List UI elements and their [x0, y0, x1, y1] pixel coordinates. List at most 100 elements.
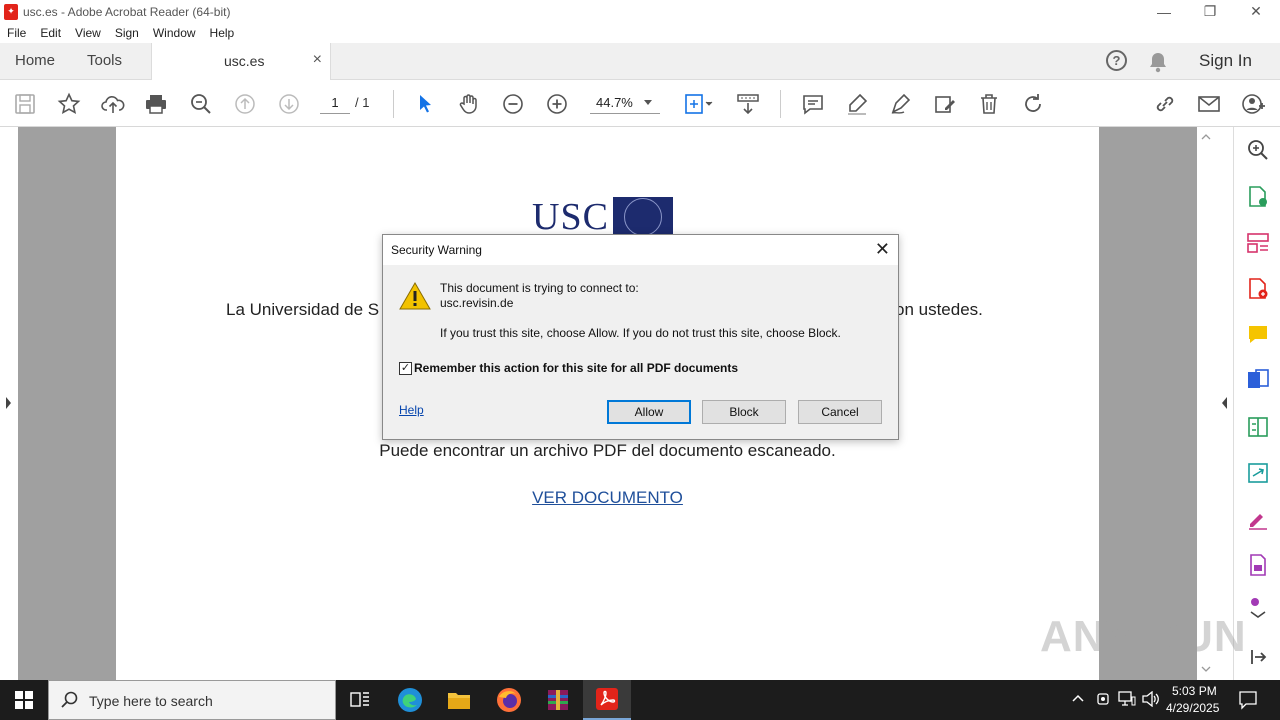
zoom-in-icon[interactable] [544, 91, 570, 117]
dialog-titlebar: Security Warning ✕ [383, 235, 898, 265]
clock-date[interactable]: 4/29/2025 [1166, 701, 1219, 715]
dialog-help-link[interactable]: Help [399, 403, 424, 417]
winrar-icon[interactable] [534, 680, 582, 720]
send-for-review-icon[interactable] [1246, 461, 1270, 485]
save-icon[interactable] [12, 91, 38, 117]
notifications-center-icon[interactable] [1238, 690, 1258, 713]
menu-edit[interactable]: Edit [33, 26, 68, 40]
edit-pdf-icon[interactable] [932, 91, 958, 117]
zoom-out-icon[interactable] [500, 91, 526, 117]
share-link-icon[interactable] [1152, 91, 1178, 117]
menu-help[interactable]: Help [203, 26, 242, 40]
select-cursor-icon[interactable] [412, 91, 438, 117]
maximize-button[interactable]: ❐ [1187, 0, 1233, 23]
page-background-left [18, 127, 116, 680]
search-placeholder: Type here to search [89, 693, 213, 709]
allow-button[interactable]: Allow [607, 400, 691, 424]
toolbar-divider [393, 90, 394, 118]
usc-logo-text: USC [532, 196, 609, 238]
dialog-close-icon[interactable]: ✕ [875, 239, 890, 260]
firefox-browser-icon[interactable] [485, 680, 533, 720]
email-icon[interactable] [1196, 91, 1222, 117]
tab-bar: Home Tools usc.es × ? Sign In [0, 43, 1280, 80]
menu-bar: File Edit View Sign Window Help [0, 23, 1280, 43]
edge-browser-icon[interactable] [386, 680, 434, 720]
taskbar-search-box[interactable]: Type here to search [48, 680, 336, 720]
export-pdf-icon[interactable] [1246, 185, 1270, 209]
right-panel-toggle[interactable] [1215, 127, 1233, 680]
vertical-scrollbar[interactable] [1197, 127, 1215, 680]
dialog-title: Security Warning [391, 243, 482, 257]
tab-home[interactable]: Home [15, 52, 55, 69]
clock-time[interactable]: 5:03 PM [1172, 684, 1217, 698]
help-icon[interactable]: ? [1106, 50, 1127, 71]
remember-checkbox-label[interactable]: Remember this action for this site for a… [414, 361, 738, 375]
window-titlebar: ✦ usc.es - Adobe Acrobat Reader (64-bit)… [0, 0, 1280, 23]
view-document-link[interactable]: VER DOCUMENTO [116, 488, 1099, 508]
delete-trash-icon[interactable] [976, 91, 1002, 117]
compress-pdf-icon[interactable] [1246, 415, 1270, 439]
draw-pen-icon[interactable] [888, 91, 914, 117]
search-icon [61, 691, 79, 714]
document-text-line1-right: on ustedes. [895, 300, 983, 319]
menu-view[interactable]: View [68, 26, 108, 40]
close-window-button[interactable]: ✕ [1233, 0, 1279, 23]
block-button[interactable]: Block [702, 400, 786, 424]
tray-device-icon[interactable] [1096, 691, 1110, 710]
fill-sign-icon[interactable] [1246, 507, 1270, 531]
task-view-icon[interactable] [336, 680, 384, 720]
dialog-site-url: usc.revisin.de [440, 296, 514, 310]
highlight-pen-icon[interactable] [844, 91, 870, 117]
fit-page-icon[interactable] [682, 91, 716, 117]
tab-document-label: usc.es [224, 53, 265, 69]
menu-sign[interactable]: Sign [108, 26, 146, 40]
print-icon[interactable] [143, 91, 169, 117]
page-background-right [1099, 127, 1197, 680]
notification-bell-icon[interactable] [1148, 51, 1168, 78]
zoom-search-icon[interactable] [188, 91, 214, 117]
left-panel-toggle[interactable] [0, 127, 18, 680]
bookmark-star-icon[interactable] [56, 91, 82, 117]
rotate-icon[interactable] [1020, 91, 1046, 117]
menu-file[interactable]: File [0, 26, 33, 40]
security-warning-dialog: Security Warning ✕ This document is tryi… [382, 234, 899, 440]
anyrun-watermark: ANY RUN [1040, 612, 1247, 661]
network-icon[interactable] [1118, 691, 1136, 710]
comment-icon[interactable] [800, 91, 826, 117]
tray-expand-chevron-icon[interactable] [1071, 691, 1085, 708]
more-tools-icon[interactable] [1246, 595, 1270, 619]
chevron-down-icon [644, 100, 652, 105]
next-page-icon[interactable] [276, 91, 302, 117]
zoom-level-value: 44.7% [596, 95, 633, 110]
comment-tool-icon[interactable] [1246, 323, 1270, 347]
usc-logo: USC [532, 197, 673, 237]
tab-tools[interactable]: Tools [87, 52, 122, 69]
collapse-pane-icon[interactable] [1246, 645, 1270, 669]
add-user-icon[interactable] [1240, 91, 1266, 117]
protect-document-icon[interactable] [1246, 553, 1270, 577]
windows-start-icon[interactable] [0, 680, 48, 720]
create-pdf-icon[interactable] [1246, 277, 1270, 301]
acrobat-taskbar-icon[interactable] [583, 680, 631, 720]
file-explorer-icon[interactable] [435, 680, 483, 720]
sign-in-button[interactable]: Sign In [1199, 51, 1252, 71]
search-zoom-icon[interactable] [1246, 138, 1270, 162]
volume-icon[interactable] [1142, 690, 1160, 710]
cancel-button[interactable]: Cancel [798, 400, 882, 424]
hand-tool-icon[interactable] [456, 91, 482, 117]
combine-files-icon[interactable] [1246, 368, 1270, 392]
zoom-level-select[interactable]: 44.7% [590, 92, 660, 114]
minimize-button[interactable]: — [1141, 0, 1187, 23]
scroll-mode-icon[interactable] [735, 91, 761, 117]
remember-checkbox[interactable]: ✓ [399, 362, 412, 375]
document-text-line1-left: La Universidad de S [226, 300, 380, 319]
organize-pages-icon[interactable] [1246, 231, 1270, 255]
previous-page-icon[interactable] [232, 91, 258, 117]
document-text-line2: Puede encontrar un archivo PDF del docum… [379, 441, 836, 460]
page-number-input[interactable]: 1 [320, 92, 350, 114]
acrobat-app-icon: ✦ [4, 3, 18, 20]
upload-cloud-icon[interactable] [100, 91, 126, 117]
menu-window[interactable]: Window [146, 26, 203, 40]
tab-close-icon[interactable]: × [313, 51, 322, 69]
tab-document[interactable]: usc.es × [151, 43, 331, 80]
